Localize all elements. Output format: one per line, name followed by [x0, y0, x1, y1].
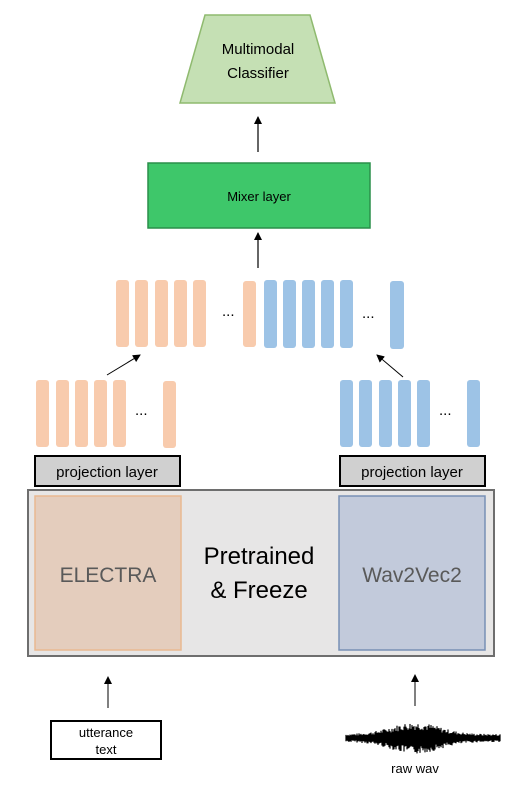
waveform-icon	[345, 723, 501, 754]
raw-wav-label: raw wav	[391, 761, 439, 776]
utterance-label-line1: utterance	[79, 725, 133, 740]
ellipsis: ...	[362, 305, 375, 322]
projection-label: projection layer	[56, 464, 158, 481]
projection-layer-text: projection layer	[34, 455, 181, 487]
audio-projected-embeddings	[340, 380, 480, 447]
multimodal-classifier: Multimodal Classifier	[179, 14, 336, 104]
mixer-label: Mixer layer	[227, 189, 291, 204]
utterance-text-input: utterance text	[50, 720, 162, 760]
classifier-label-line2: Classifier	[227, 65, 289, 82]
wav2vec2-label: Wav2Vec2	[362, 564, 462, 587]
projection-layer-audio: projection layer	[339, 455, 486, 487]
audio-embedding-tokens	[264, 280, 404, 349]
arrow-text-proj-to-concat	[106, 354, 141, 376]
concatenated-embeddings: ... ...	[116, 280, 404, 349]
projection-label: projection layer	[361, 464, 463, 481]
ellipsis: ...	[439, 402, 452, 419]
arrow-audio-proj-to-concat	[376, 354, 404, 378]
utterance-label-line2: text	[96, 742, 117, 757]
electra-label: ELECTRA	[60, 564, 157, 587]
frozen-label-line1: Pretrained	[204, 543, 315, 570]
ellipsis: ...	[135, 402, 148, 419]
pretrained-frozen-block: ELECTRA Wav2Vec2 Pretrained & Freeze	[27, 489, 495, 657]
classifier-label-line1: Multimodal	[222, 41, 295, 58]
architecture-diagram: Multimodal Classifier Mixer layer ... ..…	[27, 14, 501, 776]
text-projected-embeddings	[36, 380, 176, 448]
mixer-layer: Mixer layer	[147, 162, 371, 229]
ellipsis: ...	[222, 303, 235, 320]
text-embedding-tokens	[116, 280, 256, 347]
frozen-label-line2: & Freeze	[210, 577, 307, 604]
